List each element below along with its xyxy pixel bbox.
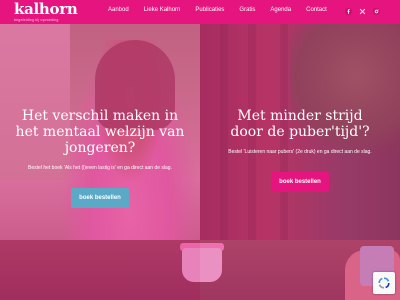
logo-text: kalhorn xyxy=(14,0,78,18)
x-icon[interactable] xyxy=(359,8,366,15)
hero-description-left: Bestel het boek 'Als het (l)even lastig … xyxy=(28,165,172,171)
nav-item-gratis[interactable]: Gratis xyxy=(239,7,255,13)
main-nav: Aanbod Lieke Kalhorn Publicaties Gratis … xyxy=(108,7,342,13)
social-links xyxy=(345,8,380,15)
recaptcha-icon xyxy=(378,277,390,289)
recaptcha-badge[interactable] xyxy=(373,272,395,294)
nav-item-agenda[interactable]: Agenda xyxy=(270,7,291,13)
hero-panel-left: Het verschil maken in het mentaal welzij… xyxy=(0,108,200,208)
facebook-icon[interactable] xyxy=(345,8,352,15)
hero-description-right: Bestel 'Luisteren naar pubers' (2e druk)… xyxy=(228,149,372,155)
hero-panel-right: Met minder strijd door de puber'tijd'? B… xyxy=(200,108,400,192)
site-header: kalhorn begeleiding bij opvoeding Aanbod… xyxy=(0,0,400,24)
nav-item-publicaties[interactable]: Publicaties xyxy=(195,7,224,13)
hero-headline-right: Met minder strijd door de puber'tijd'? xyxy=(230,108,370,140)
order-book-button-right[interactable]: boek bestellen xyxy=(271,172,329,192)
nav-item-aanbod[interactable]: Aanbod xyxy=(108,7,129,13)
order-book-button-left[interactable]: boek bestellen xyxy=(71,188,129,208)
hero-headline-left: Het verschil maken in het mentaal welzij… xyxy=(15,108,185,156)
nav-item-contact[interactable]: Contact xyxy=(306,7,327,13)
logo[interactable]: kalhorn begeleiding bij opvoeding xyxy=(14,0,78,23)
logo-tagline: begeleiding bij opvoeding xyxy=(14,18,59,22)
instagram-icon[interactable] xyxy=(373,8,380,15)
nav-item-lieke-kalhorn[interactable]: Lieke Kalhorn xyxy=(144,7,181,13)
